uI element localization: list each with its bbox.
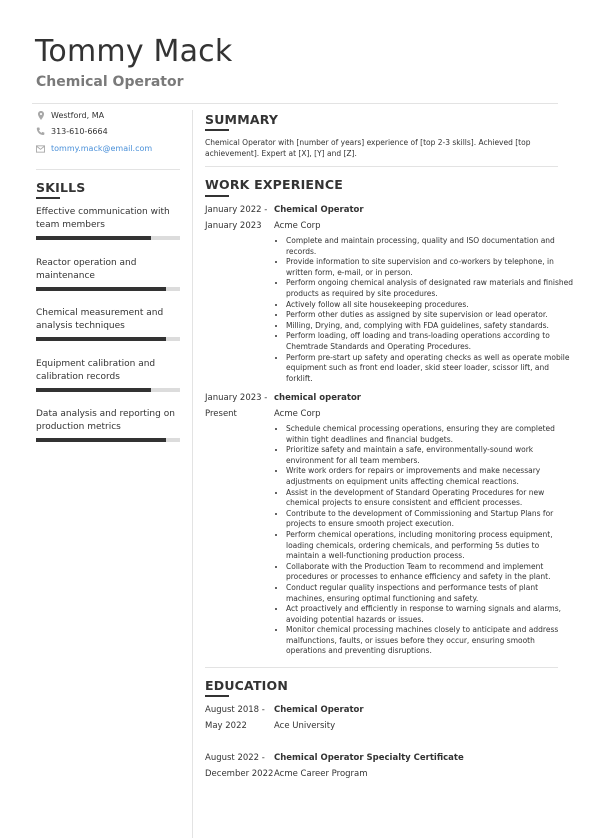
job-role: Chemical Operator (274, 205, 364, 215)
skill-label: Data analysis and reporting on productio… (36, 409, 175, 432)
skill-level-bar (36, 337, 180, 341)
job-date-end: Present (205, 409, 237, 419)
bullet-item: Assist in the development of Standard Op… (286, 488, 574, 509)
skill-label: Chemical measurement and analysis techni… (36, 308, 164, 331)
contact-email[interactable]: tommy.mack@email.com (36, 144, 152, 153)
bullet-item: Perform ongoing chemical analysis of des… (286, 278, 574, 299)
education-degree: Chemical Operator Specialty Certificate (274, 753, 464, 763)
email-link[interactable]: tommy.mack@email.com (51, 144, 152, 153)
skills-heading-underline (36, 197, 60, 199)
skill-label: Reactor operation and maintenance (36, 258, 137, 281)
bullet-item: Collaborate with the Production Team to … (286, 562, 574, 583)
experience-divider (205, 667, 558, 668)
candidate-title: Chemical Operator (36, 74, 184, 90)
skill-item: Data analysis and reporting on productio… (36, 408, 182, 442)
bullet-item: Schedule chemical processing operations,… (286, 424, 574, 445)
candidate-name: Tommy Mack (35, 34, 233, 69)
education-date-end: December 2022 (205, 769, 274, 779)
bullet-item: Milling, Drying, and, complying with FDA… (286, 321, 574, 332)
bullet-item: Perform loading, off loading and trans-l… (286, 331, 574, 352)
skill-level-bar (36, 438, 180, 442)
job-role: chemical operator (274, 393, 361, 403)
education-school: Ace University (274, 721, 336, 731)
job-date-end: January 2023 (205, 221, 262, 231)
skills-heading: SKILLS (36, 180, 86, 195)
skill-level-bar (36, 287, 180, 291)
bullet-item: Provide information to site supervision … (286, 257, 574, 278)
summary-heading-underline (205, 129, 229, 131)
skill-level-fill (36, 388, 152, 392)
education-dates: August 2018 - May 2022 (205, 702, 271, 734)
education-date-start: August 2018 - (205, 705, 265, 715)
experience-heading: WORK EXPERIENCE (205, 177, 343, 192)
skill-level-fill (36, 287, 166, 291)
skill-level-fill (36, 236, 152, 240)
skill-item: Effective communication with team member… (36, 206, 182, 240)
summary-text: Chemical Operator with [number of years]… (205, 138, 531, 158)
education-heading-underline (205, 695, 229, 697)
bullet-item: Act proactively and efficiently in respo… (286, 604, 574, 625)
education-heading: EDUCATION (205, 678, 289, 693)
job-company: Acme Corp (274, 221, 321, 231)
skill-label: Equipment calibration and calibration re… (36, 359, 156, 382)
location-text: Westford, MA (51, 111, 105, 120)
bullet-item: Complete and maintain processing, qualit… (286, 236, 574, 257)
contact-location: Westford, MA (36, 111, 104, 120)
skill-item: Equipment calibration and calibration re… (36, 358, 182, 392)
job-bullets: Complete and maintain processing, qualit… (274, 236, 574, 384)
education-dates: August 2022 - December 2022 (205, 750, 277, 782)
job-dates: January 2023 - Present (205, 390, 271, 422)
map-pin-icon (36, 111, 45, 120)
contact-phone: 313-610-6664 (36, 127, 108, 136)
education-date-start: August 2022 - (205, 753, 265, 763)
header-divider (32, 103, 558, 104)
bullet-item: Perform other duties as assigned by site… (286, 310, 574, 321)
experience-heading-underline (205, 195, 229, 197)
bullet-item: Prioritize safety and maintain a safe, e… (286, 445, 574, 466)
skill-item: Reactor operation and maintenance (36, 257, 182, 291)
envelope-icon (36, 144, 45, 153)
job-date-start: January 2023 - (205, 393, 268, 403)
bullet-item: Monitor chemical processing machines clo… (286, 625, 574, 657)
bullet-item: Contribute to the development of Commiss… (286, 509, 574, 530)
summary-heading: SUMMARY (205, 112, 279, 127)
bullet-item: Conduct regular quality inspections and … (286, 583, 574, 604)
column-divider (192, 110, 193, 838)
education-date-end: May 2022 (205, 721, 247, 731)
bullet-item: Perform pre-start up safety and operatin… (286, 353, 574, 385)
bullet-item: Write work orders for repairs or improve… (286, 466, 574, 487)
job-bullets: Schedule chemical processing operations,… (274, 424, 574, 657)
skill-level-fill (36, 438, 166, 442)
education-degree: Chemical Operator (274, 705, 364, 715)
job-date-start: January 2022 - (205, 205, 268, 215)
contact-divider (36, 169, 180, 170)
job-company: Acme Corp (274, 409, 321, 419)
phone-text: 313-610-6664 (51, 127, 108, 136)
skill-item: Chemical measurement and analysis techni… (36, 307, 182, 341)
skill-label: Effective communication with team member… (36, 207, 170, 230)
skill-level-bar (36, 236, 180, 240)
skill-level-fill (36, 337, 166, 341)
summary-divider (205, 166, 558, 167)
education-school: Acme Career Program (274, 769, 368, 779)
bullet-item: Perform chemical operations, including m… (286, 530, 574, 562)
bullet-item: Actively follow all site housekeeping pr… (286, 300, 574, 311)
job-dates: January 2022 - January 2023 (205, 202, 271, 234)
phone-icon (36, 127, 45, 136)
skill-level-bar (36, 388, 180, 392)
